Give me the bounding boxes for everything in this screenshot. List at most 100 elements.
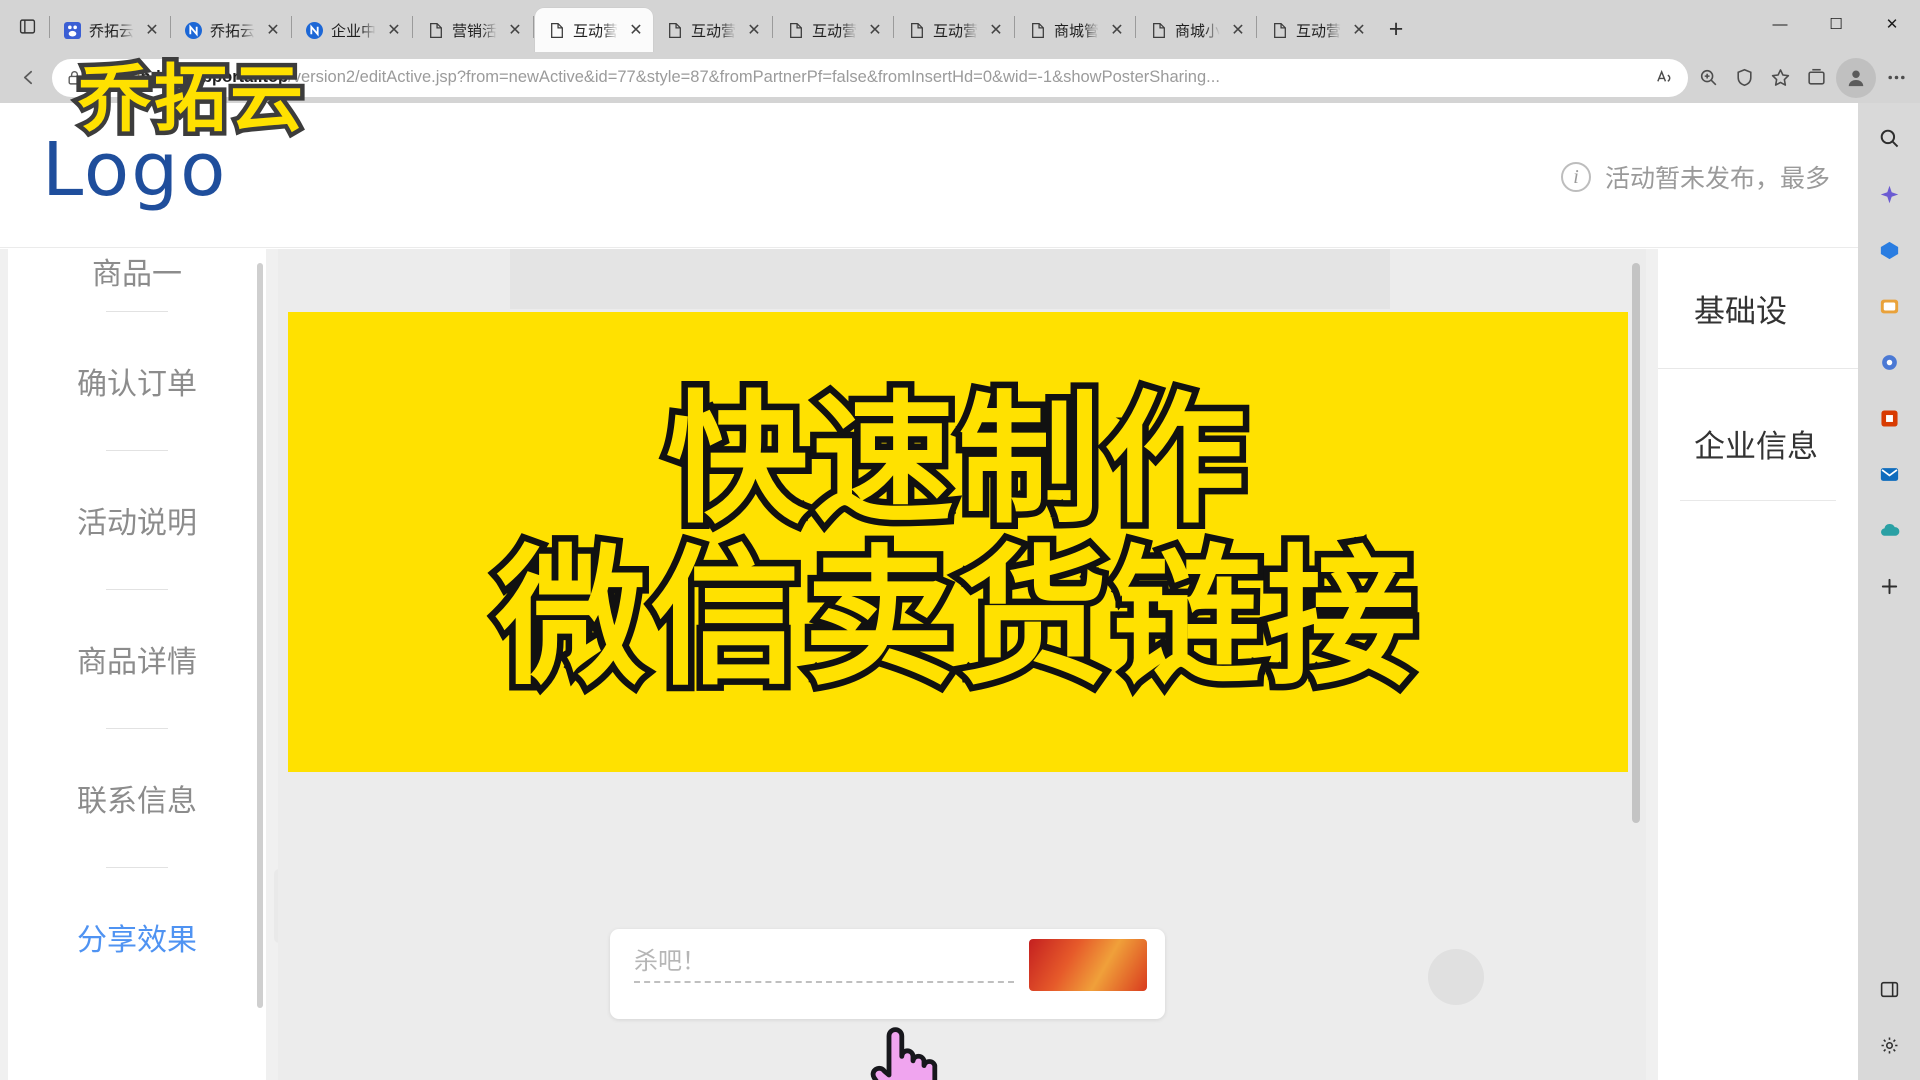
window-controls: — ☐ ✕ (1752, 0, 1920, 48)
tab-close-button[interactable]: ✕ (383, 19, 405, 41)
zoom-icon[interactable] (1692, 62, 1724, 94)
search-icon[interactable] (1868, 117, 1910, 159)
tab-close-button[interactable]: ✕ (985, 19, 1007, 41)
tab-separator (533, 16, 534, 38)
drop-icon[interactable] (1868, 341, 1910, 383)
page-icon (786, 21, 805, 40)
coupon-card[interactable]: 杀吧！ (610, 929, 1165, 1019)
tracking-prevention-icon[interactable] (1728, 62, 1760, 94)
address-bar[interactable]: https://hdm.webportal.top/version2/editA… (52, 58, 1688, 97)
page-icon (426, 21, 445, 40)
tab-title: 互动营 (812, 22, 857, 40)
publish-status-notice: i 活动暂未发布，最多 (1560, 159, 1830, 195)
tab-close-button[interactable]: ✕ (864, 19, 886, 41)
maximize-button[interactable]: ☐ (1808, 0, 1864, 48)
coupon-text-input[interactable]: 杀吧！ (634, 941, 1014, 983)
tab-title: 营销活 (452, 22, 497, 40)
games-icon[interactable] (1868, 285, 1910, 327)
page-header: Logo i 活动暂未发布，最多 (0, 103, 1858, 248)
new-tab-button[interactable]: + (1376, 9, 1416, 49)
browser-tab[interactable]: 商城小 ✕ (1137, 8, 1255, 52)
minimize-button[interactable]: — (1752, 0, 1808, 48)
favorites-star-icon[interactable] (1764, 62, 1796, 94)
browser-tab[interactable]: 商城管 ✕ (1016, 8, 1134, 52)
sidebar-item-label: 商品详情 (77, 646, 197, 679)
tab-title: 互动营 (573, 22, 618, 40)
page-icon (1270, 21, 1289, 40)
browser-tab[interactable]: 营销活 ✕ (414, 8, 532, 52)
browser-tab[interactable]: 企业中 ✕ (293, 8, 411, 52)
browser-tab[interactable]: 互动营 ✕ (653, 8, 771, 52)
tab-close-button[interactable]: ✕ (262, 19, 284, 41)
tab-strip: 乔拓云 ✕ 乔拓云 ✕ 企业中 ✕ 营销活 ✕ 互动营 ✕ 互动营 ✕ 互动营 … (0, 0, 1920, 52)
tab-separator (1135, 16, 1136, 38)
shopping-icon[interactable] (1868, 229, 1910, 271)
site-section-nav: 商品一 确认订单 活动说明 商品详情 联系信息 分享效果 (8, 249, 266, 1080)
tab-title: 乔拓云 (89, 22, 134, 40)
sidebar-scrollbar[interactable] (257, 263, 263, 1008)
tab-close-button[interactable]: ✕ (1348, 19, 1370, 41)
sidebar-item-product[interactable]: 商品一 (8, 249, 266, 311)
browser-tab[interactable]: 互动营 ✕ (774, 8, 892, 52)
hand-pointer-cursor (865, 1019, 939, 1080)
page-viewport: Logo i 活动暂未发布，最多 商品一 确认订单 活动说明 商品详情 联系信息… (0, 103, 1858, 1080)
tab-separator (49, 16, 50, 38)
read-aloud-icon[interactable] (1648, 62, 1680, 94)
sidebar-item-product-details[interactable]: 商品详情 (8, 590, 266, 728)
browser-tab[interactable]: 互动营 ✕ (895, 8, 1013, 52)
tab-close-button[interactable]: ✕ (141, 19, 163, 41)
close-window-button[interactable]: ✕ (1864, 0, 1920, 48)
collections-icon[interactable] (1800, 62, 1832, 94)
tab-search-icon[interactable] (6, 0, 48, 52)
sidebar-item-label: 确认订单 (77, 368, 197, 401)
copilot-icon[interactable] (1868, 173, 1910, 215)
edge-sidebar-bottom (1858, 968, 1920, 1066)
page-icon (1149, 21, 1168, 40)
section-company-info: 企业信息 (1658, 421, 1858, 466)
settings-panel: 基础设 企业信息 (1658, 249, 1858, 1080)
tab-separator (412, 16, 413, 38)
phone-status-bar (510, 249, 1390, 309)
profile-avatar-icon[interactable] (1836, 57, 1876, 98)
sidebar-item-confirm-order[interactable]: 确认订单 (8, 312, 266, 450)
canvas-scrollbar[interactable] (1632, 263, 1640, 823)
page-icon (907, 21, 926, 40)
lock-icon (66, 69, 83, 86)
canvas-action-button[interactable] (1428, 949, 1484, 1005)
office-icon[interactable] (1868, 397, 1910, 439)
info-circle-icon: i (1560, 162, 1591, 192)
sidebar-toggle-icon[interactable] (1868, 968, 1910, 1010)
add-tool-icon[interactable] (1868, 565, 1910, 607)
onedrive-icon[interactable] (1868, 509, 1910, 551)
sidebar-item-share-effect[interactable]: 分享效果 (8, 868, 266, 1006)
tab-separator (291, 16, 292, 38)
tab-basic-settings-label: 基础设 (1694, 294, 1787, 329)
browser-tab[interactable]: 乔拓云 ✕ (172, 8, 290, 52)
tab-close-button[interactable]: ✕ (625, 19, 647, 41)
tab-close-button[interactable]: ✕ (743, 19, 765, 41)
outlook-icon[interactable] (1868, 453, 1910, 495)
tab-separator (1014, 16, 1015, 38)
browser-tab-active[interactable]: 互动营 ✕ (535, 8, 653, 52)
tab-basic-settings[interactable]: 基础设 (1658, 249, 1858, 369)
sidebar-item-label: 商品一 (92, 258, 182, 291)
tab-close-button[interactable]: ✕ (1106, 19, 1128, 41)
product-thumbnail[interactable] (1029, 939, 1147, 991)
browser-tab[interactable]: 乔拓云 ✕ (51, 8, 169, 52)
more-settings-icon[interactable] (1880, 62, 1912, 94)
netease-icon (184, 21, 203, 40)
browser-tab[interactable]: 互动营 ✕ (1258, 8, 1376, 52)
sidebar-item-label: 联系信息 (77, 785, 197, 818)
sidebar-item-contact-info[interactable]: 联系信息 (8, 729, 266, 867)
tab-separator (1256, 16, 1257, 38)
url-scheme: https:// (91, 68, 141, 86)
settings-divider (1680, 500, 1836, 501)
sidebar-item-activity-description[interactable]: 活动说明 (8, 451, 266, 589)
preview-canvas: 杀吧！ (278, 249, 1646, 1080)
tab-close-button[interactable]: ✕ (504, 19, 526, 41)
sidebar-settings-icon[interactable] (1868, 1024, 1910, 1066)
tab-close-button[interactable]: ✕ (1227, 19, 1249, 41)
browser-chrome: 乔拓云 ✕ 乔拓云 ✕ 企业中 ✕ 营销活 ✕ 互动营 ✕ 互动营 ✕ 互动营 … (0, 0, 1920, 103)
notice-text: 活动暂未发布，最多 (1604, 165, 1830, 193)
back-arrow-icon[interactable] (8, 58, 48, 98)
